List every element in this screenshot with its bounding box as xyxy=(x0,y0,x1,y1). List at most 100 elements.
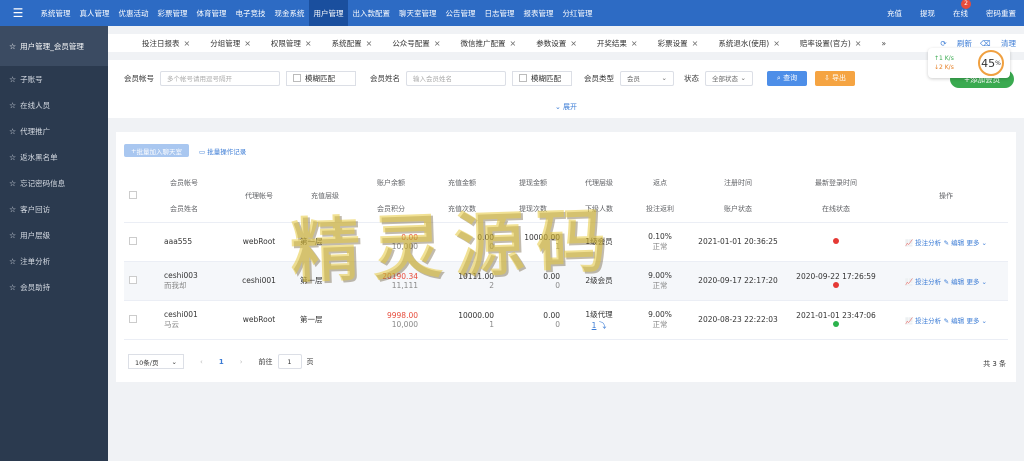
batch-add-chat-button[interactable]: + 批量加入聊天室 xyxy=(124,144,189,157)
col-rebate: 返点 xyxy=(632,170,688,196)
clear-button[interactable]: ⌫ 清理 xyxy=(980,38,1016,49)
close-icon[interactable]: × xyxy=(510,39,517,48)
sidebar-item-rebate-blacklist[interactable]: ☆ 返水黑名单 xyxy=(0,144,108,170)
nav-item-system[interactable]: 系统管理 xyxy=(36,0,75,26)
recharge-link[interactable]: 充值 xyxy=(887,8,902,19)
tab-lottery-settings[interactable]: 彩票设置 × xyxy=(648,38,709,49)
network-speed-widget: ↑1 K/s ↓2 K/s 45% xyxy=(928,48,1010,78)
tab-group[interactable]: 分组管理 × xyxy=(200,38,261,49)
close-icon[interactable]: × xyxy=(305,39,312,48)
nav-item-lottery[interactable]: 彩票管理 xyxy=(153,0,192,26)
edit-link[interactable]: ✎ 编辑 xyxy=(944,278,965,286)
close-icon[interactable]: × xyxy=(434,39,441,48)
member-account[interactable]: aaa555 xyxy=(164,237,226,246)
sidebar-item-user-level[interactable]: ☆ 用户层级 xyxy=(0,222,108,248)
page-size-select[interactable]: 10条/页 ⌄ xyxy=(128,354,184,369)
fuzzy-match-name[interactable]: 模糊匹配 xyxy=(512,70,572,86)
password-reset-link[interactable]: 密码重置 xyxy=(986,8,1016,19)
close-icon[interactable]: × xyxy=(366,39,373,48)
more-dropdown[interactable]: 更多 ⌄ xyxy=(966,239,987,247)
nav-item-esports[interactable]: 电子竞技 xyxy=(231,0,270,26)
sidebar-item-forgot-pwd[interactable]: ☆ 忘记密码信息 xyxy=(0,170,108,196)
member-account[interactable]: ceshi003 xyxy=(164,271,226,280)
more-dropdown[interactable]: 更多 ⌄ xyxy=(966,317,987,325)
current-page[interactable]: 1 xyxy=(219,358,224,366)
tab-draw-results[interactable]: 开奖结果 × xyxy=(587,38,648,49)
nav-item-dividend[interactable]: 分红管理 xyxy=(558,0,597,26)
chevron-down-icon: ⌄ xyxy=(171,357,177,366)
refresh-button[interactable]: ⟳ 刷新 xyxy=(940,38,972,49)
tab-odds-settings[interactable]: 赔率设置(官方) × xyxy=(790,38,872,49)
nav-item-cash[interactable]: 现金系统 xyxy=(270,0,309,26)
select-all-checkbox[interactable] xyxy=(129,190,137,199)
prev-page-button[interactable]: ‹ xyxy=(200,358,203,366)
menu-icon[interactable]: ☰ xyxy=(0,0,36,26)
name-input[interactable]: 输入会员姓名 xyxy=(406,70,506,86)
goto-page-input[interactable]: 1 xyxy=(277,354,302,369)
nav-item-notice[interactable]: 公告管理 xyxy=(441,0,480,26)
close-icon[interactable]: × xyxy=(184,39,191,48)
tab-system-config[interactable]: 系统配置 × xyxy=(322,38,383,49)
sidebar-item-member-manage[interactable]: ☆ 用户管理_会员管理 xyxy=(0,26,108,66)
sidebar-item-agent-promo[interactable]: ☆ 代理推广 xyxy=(0,118,108,144)
tab-wechat-promo[interactable]: 微信推广配置 × xyxy=(451,38,527,49)
edit-label: 编辑 xyxy=(951,277,965,286)
download-icon: ⇩ xyxy=(823,74,830,82)
sidebar-item-customer-visit[interactable]: ☆ 客户回访 xyxy=(0,196,108,222)
tab-system-rebate[interactable]: 系统退水(使用) × xyxy=(708,38,790,49)
nav-item-promo[interactable]: 优惠活动 xyxy=(114,0,153,26)
nav-item-users[interactable]: 用户管理 xyxy=(309,0,348,26)
nav-item-sports[interactable]: 体育管理 xyxy=(192,0,231,26)
search-button[interactable]: ⌕ 查询 xyxy=(767,70,807,86)
tab-permission[interactable]: 权限管理 × xyxy=(261,38,322,49)
account-input[interactable]: 多个帐号请用逗号隔开 xyxy=(160,70,280,86)
nav-item-deposit-config[interactable]: 出入款配置 xyxy=(348,0,395,26)
close-icon[interactable]: × xyxy=(773,39,780,48)
bet-analysis-link[interactable]: 📈 投注分析 xyxy=(905,278,941,286)
clear-label: 清理 xyxy=(1001,38,1016,48)
close-icon[interactable]: × xyxy=(570,39,577,48)
tabs-more-button[interactable]: » xyxy=(871,39,896,48)
next-page-button[interactable]: › xyxy=(240,358,243,366)
row-checkbox[interactable] xyxy=(129,236,137,245)
star-icon: ☆ xyxy=(9,178,17,188)
bet-analysis-link[interactable]: 📈 投注分析 xyxy=(905,317,941,325)
member-account[interactable]: ceshi001 xyxy=(164,310,226,319)
sidebar-item-subaccount[interactable]: ☆ 子账号 xyxy=(0,66,108,92)
close-icon[interactable]: × xyxy=(631,39,638,48)
row-checkbox[interactable] xyxy=(129,314,137,323)
online-link[interactable]: 在线 2 xyxy=(953,0,971,19)
row-checkbox[interactable] xyxy=(129,275,137,284)
nav-item-reports[interactable]: 报表管理 xyxy=(519,0,558,26)
account-status: 正常 xyxy=(652,241,668,251)
status-select[interactable]: 全部状态 ⌄ xyxy=(705,70,753,86)
speed-percent-gauge[interactable]: 45% xyxy=(978,50,1004,76)
star-icon: ☆ xyxy=(9,256,17,266)
expand-toggle[interactable]: ⌄ 展开 xyxy=(108,102,1024,112)
tab-params[interactable]: 参数设置 × xyxy=(526,38,587,49)
nav-item-chatroom[interactable]: 聊天室管理 xyxy=(395,0,442,26)
close-icon[interactable]: × xyxy=(244,39,251,48)
nav-item-live[interactable]: 真人管理 xyxy=(75,0,114,26)
tab-bet-daily[interactable]: 投注日报表 × xyxy=(108,38,200,49)
more-dropdown[interactable]: 更多 ⌄ xyxy=(966,278,987,286)
export-button[interactable]: ⇩ 导出 xyxy=(815,70,855,86)
batch-record-link[interactable]: ▭ 批量操作记录 xyxy=(199,146,246,156)
bet-analysis-link[interactable]: 📈 投注分析 xyxy=(905,239,941,247)
filter-panel: 会员帐号 多个帐号请用逗号隔开 模糊匹配 会员姓名 输入会员姓名 模糊匹配 会员… xyxy=(108,60,1024,118)
online-label: 在线 xyxy=(953,8,968,18)
edit-link[interactable]: ✎ 编辑 xyxy=(944,317,965,325)
nav-item-logs[interactable]: 日志管理 xyxy=(480,0,519,26)
type-select[interactable]: 会员 ⌄ xyxy=(620,70,674,86)
tab-official-account[interactable]: 公众号配置 × xyxy=(382,38,450,49)
sidebar-item-member-assist[interactable]: ☆ 会员助持 xyxy=(0,274,108,300)
sidebar-item-bet-analysis[interactable]: ☆ 注单分析 xyxy=(0,248,108,274)
sub-count-link[interactable]: 1 ⤵ xyxy=(566,320,632,331)
close-icon[interactable]: × xyxy=(855,39,862,48)
withdraw-link[interactable]: 提现 xyxy=(920,8,935,19)
sidebar-item-online[interactable]: ☆ 在线人员 xyxy=(0,92,108,118)
close-icon[interactable]: × xyxy=(692,39,699,48)
account-cell: aaa555 xyxy=(142,222,226,262)
fuzzy-match-account[interactable]: 模糊匹配 xyxy=(286,70,356,86)
edit-link[interactable]: ✎ 编辑 xyxy=(944,239,965,247)
